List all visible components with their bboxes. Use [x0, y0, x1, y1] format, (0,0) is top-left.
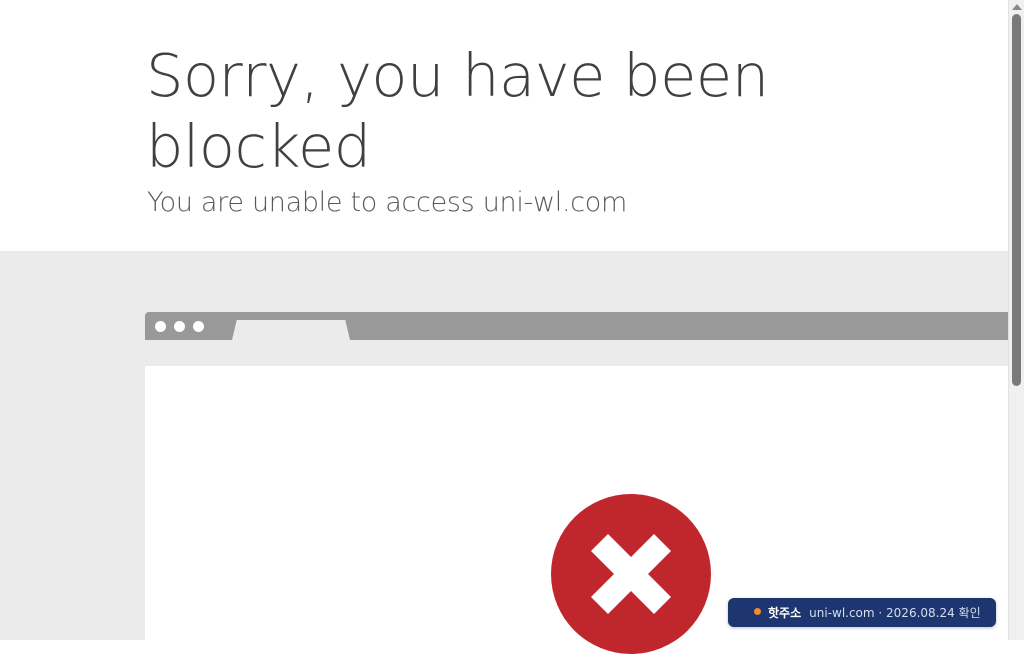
vertical-scrollbar[interactable] [1008, 0, 1024, 640]
scrollbar-thumb[interactable] [1012, 14, 1021, 386]
status-dot-icon [754, 608, 761, 615]
x-circle-icon [551, 494, 711, 654]
page-title: Sorry, you have been blocked [146, 41, 769, 181]
scroll-up-icon[interactable] [1012, 4, 1022, 10]
toast-text: uni-wl.com · 2026.08.24 확인 [809, 606, 981, 620]
window-dot [174, 321, 185, 332]
page-subtitle: You are unable to access uni-wl.com [147, 187, 628, 218]
window-dot [155, 321, 166, 332]
toast-label: 핫주소 [768, 606, 802, 620]
page-header: Sorry, you have been blocked You are una… [0, 0, 1008, 251]
notification-toast[interactable]: 핫주소 uni-wl.com · 2026.08.24 확인 [728, 598, 996, 627]
browser-illustration-tab [232, 320, 350, 340]
window-dot [193, 321, 204, 332]
